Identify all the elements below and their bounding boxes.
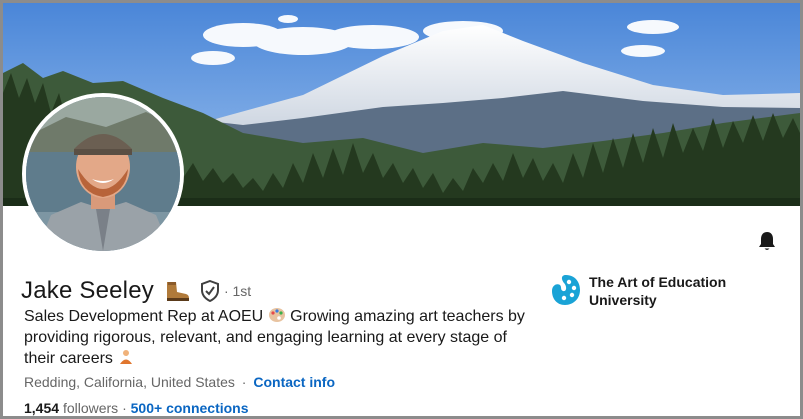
connections-link[interactable]: 500+ connections xyxy=(131,400,249,416)
separator: · xyxy=(241,374,247,390)
company-link[interactable]: The Art of Education University xyxy=(551,273,749,309)
profile-headline: Sales Development Rep at AOEU Growing am… xyxy=(24,306,534,369)
headline-role: Sales Development Rep at AOEU xyxy=(24,308,264,325)
profile-card: Jake Seeley · 1st Sales Development Rep … xyxy=(0,0,803,419)
location-row: Redding, California, United States · Con… xyxy=(24,374,335,390)
palette-icon xyxy=(268,307,286,323)
company-logo-icon xyxy=(551,273,581,307)
followers-label: followers xyxy=(62,400,119,416)
profile-photo[interactable] xyxy=(22,93,184,255)
name-row: Jake Seeley · 1st xyxy=(21,277,251,305)
hiking-boot-icon xyxy=(164,280,190,302)
location-text: Redding, California, United States xyxy=(24,374,235,390)
company-name[interactable]: The Art of Education University xyxy=(589,273,749,309)
shield-check-icon[interactable] xyxy=(200,279,220,303)
connection-degree: · 1st xyxy=(223,283,252,299)
followers-count: 1,454 xyxy=(24,400,60,416)
separator: · xyxy=(122,400,127,416)
profile-name: Jake Seeley xyxy=(21,277,154,304)
bell-icon[interactable] xyxy=(755,229,779,253)
teacher-icon xyxy=(117,349,135,365)
network-stats: 1,454 followers · 500+ connections xyxy=(24,400,249,416)
contact-info-link[interactable]: Contact info xyxy=(253,374,335,390)
